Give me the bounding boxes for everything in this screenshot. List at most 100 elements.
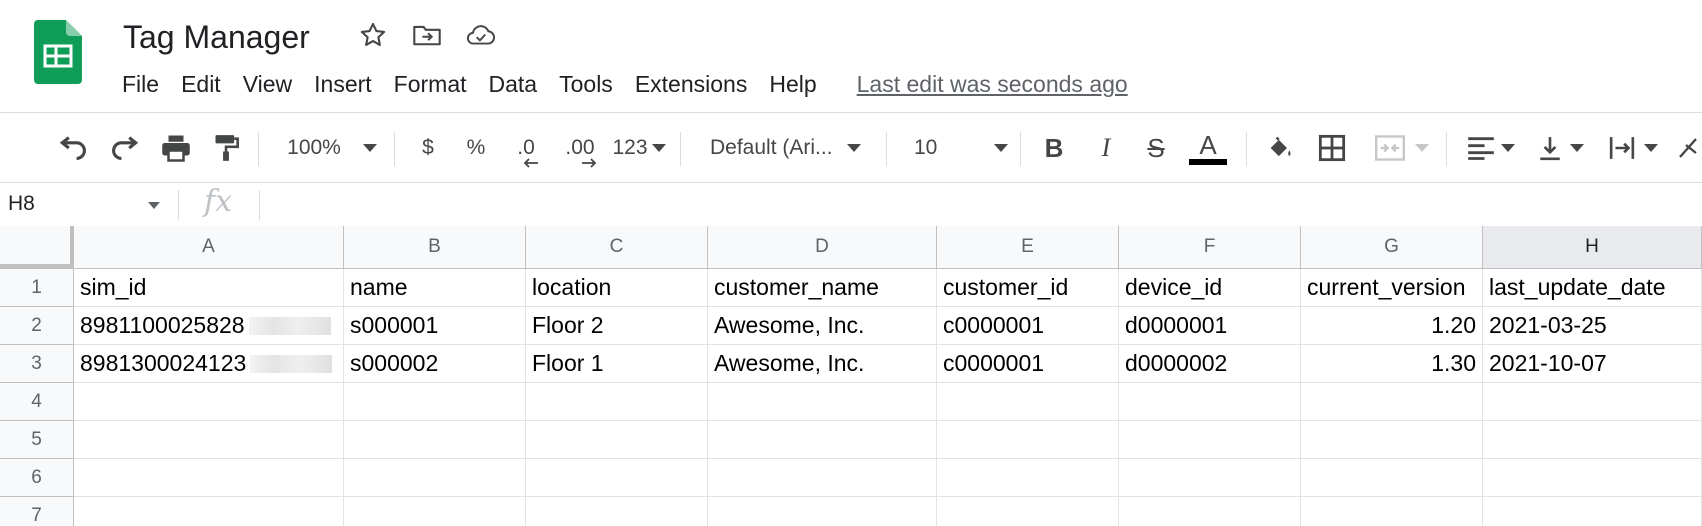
menu-extensions[interactable]: Extensions <box>624 66 759 102</box>
cell-h5[interactable] <box>1483 421 1702 459</box>
row-header-7[interactable]: 7 <box>0 497 74 526</box>
name-box[interactable]: H8 <box>0 186 170 222</box>
cell-g7[interactable] <box>1301 497 1483 526</box>
cell-e2[interactable]: c0000001 <box>937 307 1119 345</box>
cell-h2[interactable]: 2021-03-25 <box>1483 307 1702 345</box>
percent-format-button[interactable]: % <box>462 126 490 170</box>
cell-d7[interactable] <box>708 497 937 526</box>
cell-e6[interactable] <box>937 459 1119 497</box>
cell-a7[interactable] <box>74 497 344 526</box>
cell-c3[interactable]: Floor 1 <box>526 345 708 383</box>
cell-f3[interactable]: d0000002 <box>1119 345 1301 383</box>
cell-f6[interactable] <box>1119 459 1301 497</box>
cell-g4[interactable] <box>1301 383 1483 421</box>
text-color-button[interactable]: A <box>1188 126 1228 170</box>
cell-d3[interactable]: Awesome, Inc. <box>708 345 937 383</box>
menu-data[interactable]: Data <box>478 66 549 102</box>
menu-view[interactable]: View <box>232 66 303 102</box>
cell-d6[interactable] <box>708 459 937 497</box>
cell-c6[interactable] <box>526 459 708 497</box>
more-formats-select[interactable]: 123 <box>610 126 668 170</box>
cell-c4[interactable] <box>526 383 708 421</box>
cell-h7[interactable] <box>1483 497 1702 526</box>
cell-d2[interactable]: Awesome, Inc. <box>708 307 937 345</box>
column-header-f[interactable]: F <box>1119 226 1301 269</box>
cell-h4[interactable] <box>1483 383 1702 421</box>
strikethrough-button[interactable]: S <box>1140 126 1172 170</box>
cell-f5[interactable] <box>1119 421 1301 459</box>
cell-f4[interactable] <box>1119 383 1301 421</box>
formula-input[interactable] <box>268 190 1688 220</box>
cell-d4[interactable] <box>708 383 937 421</box>
cell-h6[interactable] <box>1483 459 1702 497</box>
font-family-select[interactable]: Default (Ari... <box>710 126 874 170</box>
cell-h3[interactable]: 2021-10-07 <box>1483 345 1702 383</box>
print-icon[interactable] <box>156 126 196 170</box>
last-edit-link[interactable]: Last edit was seconds ago <box>857 66 1128 102</box>
paint-format-icon[interactable] <box>206 126 246 170</box>
column-header-a[interactable]: A <box>74 226 344 269</box>
cell-b4[interactable] <box>344 383 526 421</box>
cell-g1[interactable]: current_version <box>1301 269 1483 307</box>
increase-decimal-button[interactable]: .00 <box>558 126 602 170</box>
cell-b6[interactable] <box>344 459 526 497</box>
column-header-b[interactable]: B <box>344 226 526 269</box>
cell-f1[interactable]: device_id <box>1119 269 1301 307</box>
column-header-d[interactable]: D <box>708 226 937 269</box>
cell-e1[interactable]: customer_id <box>937 269 1119 307</box>
cell-e5[interactable] <box>937 421 1119 459</box>
cell-h1[interactable]: last_update_date <box>1483 269 1702 307</box>
cell-b2[interactable]: s000001 <box>344 307 526 345</box>
zoom-select[interactable]: 100% <box>282 126 382 170</box>
vertical-align-select[interactable] <box>1532 126 1590 170</box>
cell-g5[interactable] <box>1301 421 1483 459</box>
cell-e7[interactable] <box>937 497 1119 526</box>
borders-icon[interactable] <box>1314 126 1350 170</box>
row-header-4[interactable]: 4 <box>0 383 74 421</box>
move-to-folder-icon[interactable] <box>410 18 444 52</box>
sheets-logo-icon[interactable] <box>34 20 82 84</box>
star-icon[interactable] <box>356 18 390 52</box>
cell-a1[interactable]: sim_id <box>74 269 344 307</box>
undo-icon[interactable] <box>54 126 94 170</box>
document-title[interactable]: Tag Manager <box>123 17 310 57</box>
cell-g6[interactable] <box>1301 459 1483 497</box>
italic-button[interactable]: I <box>1090 126 1122 170</box>
cell-g2[interactable]: 1.20 <box>1301 307 1483 345</box>
text-wrap-select[interactable] <box>1602 126 1664 170</box>
currency-format-button[interactable]: $ <box>414 126 442 170</box>
select-all-corner[interactable] <box>0 226 74 269</box>
cell-a5[interactable] <box>74 421 344 459</box>
cell-d1[interactable]: customer_name <box>708 269 937 307</box>
menu-help[interactable]: Help <box>758 66 827 102</box>
cell-a2[interactable]: 8981100025828 <box>74 307 344 345</box>
column-header-g[interactable]: G <box>1301 226 1483 269</box>
redo-icon[interactable] <box>104 126 144 170</box>
cell-a6[interactable] <box>74 459 344 497</box>
cell-b1[interactable]: name <box>344 269 526 307</box>
font-size-select[interactable]: 10 <box>914 126 1008 170</box>
cell-g3[interactable]: 1.30 <box>1301 345 1483 383</box>
row-header-6[interactable]: 6 <box>0 459 74 497</box>
cell-f2[interactable]: d0000001 <box>1119 307 1301 345</box>
horizontal-align-select[interactable] <box>1462 126 1520 170</box>
row-header-5[interactable]: 5 <box>0 421 74 459</box>
cell-c5[interactable] <box>526 421 708 459</box>
merge-cells-select[interactable] <box>1368 126 1436 170</box>
cell-f7[interactable] <box>1119 497 1301 526</box>
cell-a3[interactable]: 8981300024123 <box>74 345 344 383</box>
cell-d5[interactable] <box>708 421 937 459</box>
column-header-c[interactable]: C <box>526 226 708 269</box>
text-rotation-icon[interactable] <box>1676 126 1702 170</box>
column-header-e[interactable]: E <box>937 226 1119 269</box>
cell-b7[interactable] <box>344 497 526 526</box>
menu-edit[interactable]: Edit <box>170 66 232 102</box>
cell-e4[interactable] <box>937 383 1119 421</box>
cell-a4[interactable] <box>74 383 344 421</box>
cell-c2[interactable]: Floor 2 <box>526 307 708 345</box>
row-header-3[interactable]: 3 <box>0 345 74 383</box>
row-header-1[interactable]: 1 <box>0 269 74 307</box>
cloud-saved-icon[interactable] <box>464 18 498 52</box>
cell-c7[interactable] <box>526 497 708 526</box>
decrease-decimal-button[interactable]: .0 <box>508 126 544 170</box>
